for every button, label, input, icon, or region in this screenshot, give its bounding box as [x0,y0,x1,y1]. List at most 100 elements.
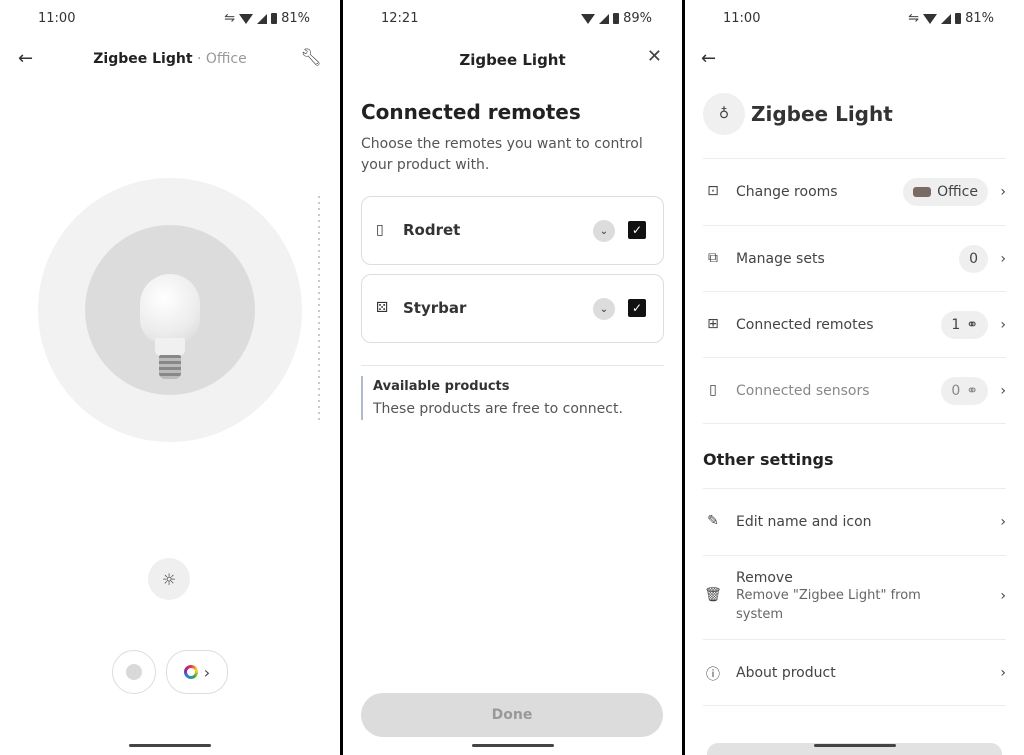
status-time: 11:00 [723,11,761,26]
info-icon: ⓘ [706,667,720,683]
chevron-down-icon[interactable]: ⌄ [593,220,615,242]
about-product-row[interactable]: ⓘ About product › [703,639,1006,706]
section-heading: Connected remotes [361,100,581,124]
remove-title: Remove [736,570,793,586]
sensors-count: 0 [951,383,961,399]
bulb-neck [155,338,185,356]
manage-sets-row[interactable]: ⧉ Manage sets 0 › [703,225,1006,292]
status-bar: 12:21 89% [343,10,682,30]
remote-dpad-icon: ⚄ [376,300,389,316]
remote-icon: ⊞ [707,316,719,332]
wifi-icon [239,13,254,24]
remotes-count-pill: 1 ⚭ [941,311,988,339]
remove-row[interactable]: 🗑︎ Remove Remove "Zigbee Light" from sys… [703,555,1006,640]
battery-icon [271,13,278,24]
device-settings-screen: 11:00 ⇋ 81% ← ♁ Zigbee Light ⊡ Change ro… [685,0,1024,755]
device-name: Zigbee Light [751,102,893,126]
room-name: Office [205,51,247,67]
color-mode-button[interactable]: › [166,650,228,694]
link-icon: ⇋ [908,11,920,26]
sets-icon: ⧉ [708,250,718,266]
home-indicator[interactable] [129,744,211,747]
sensor-icon: ▯ [709,382,717,398]
connected-sensors-row[interactable]: ▯ Connected sensors 0 ⚭ › [703,357,1006,424]
room-value: Office [937,184,978,200]
close-icon[interactable]: ✕ [647,46,662,67]
remote-checkbox[interactable]: ✓ [628,299,646,317]
available-title: Available products [373,379,510,394]
other-settings-heading: Other settings [703,450,834,469]
brightness-button[interactable]: ☼ [148,558,190,600]
trash-icon: 🗑︎ [704,587,722,603]
divider [361,365,664,366]
row-label: About product [736,665,836,681]
change-rooms-row[interactable]: ⊡ Change rooms Office › [703,158,1006,225]
divider [703,423,1006,424]
row-label: Change rooms [736,184,838,200]
white-dot-icon [126,664,142,680]
battery-percent: 81% [281,11,310,26]
cellular-icon [599,13,610,24]
remotes-count: 1 [951,317,961,333]
room-pill: Office [903,178,988,206]
sun-icon: ☼ [161,569,177,589]
light-control-screen: 11:00 ⇋ 81% ← Zigbee Light · Office 🔧︎ ☼… [0,0,340,755]
cellular-icon [941,13,952,24]
link-icon: ⚭ [966,317,978,333]
chevron-right-icon: › [1000,317,1006,333]
remote-icon: ▯ [376,222,384,238]
page-title: Zigbee Light · Office [0,51,340,67]
battery-icon [613,13,620,24]
color-wheel-icon [183,665,198,679]
battery-percent: 89% [623,11,652,26]
done-button[interactable]: Done [361,693,663,737]
edit-name-row[interactable]: ✎ Edit name and icon › [703,488,1006,555]
cellular-icon [257,13,268,24]
link-icon: ⇋ [224,11,236,26]
chevron-right-icon: › [203,662,211,682]
sensors-count-pill: 0 ⚭ [941,377,988,405]
title-separator: · [196,51,202,67]
remote-name: Styrbar [403,299,467,317]
battery-percent: 81% [965,11,994,26]
connected-remotes-row[interactable]: ⊞ Connected remotes 1 ⚭ › [703,291,1006,358]
wrench-icon[interactable]: 🔧︎ [300,48,322,68]
chevron-right-icon: › [1000,251,1006,267]
chevron-right-icon: › [1000,514,1006,530]
row-label: Manage sets [736,251,825,267]
status-bar: 11:00 ⇋ 81% [0,10,340,30]
row-label: Connected sensors [736,383,870,399]
home-indicator[interactable] [813,744,896,747]
remote-checkbox[interactable]: ✓ [628,221,646,239]
brightness-slider[interactable] [318,196,320,424]
connected-remotes-screen: 12:21 89% Zigbee Light ✕ Connected remot… [343,0,682,755]
bulb-icon [140,274,200,344]
status-time: 11:00 [38,11,76,26]
available-description: These products are free to connect. [373,401,623,417]
row-label: Edit name and icon [736,514,872,530]
sets-count-pill: 0 [959,245,988,273]
link-icon: ⚭ [966,383,978,399]
remote-name: Rodret [403,221,461,239]
white-mode-button[interactable] [112,650,156,694]
device-name: Zigbee Light [93,51,193,67]
back-arrow-icon[interactable]: ← [701,48,716,69]
wifi-icon [581,13,596,24]
section-description: Choose the remotes you want to control y… [361,136,643,173]
remote-card-rodret[interactable]: ▯ Rodret ⌄ ✓ [361,196,664,265]
status-time: 12:21 [381,11,419,26]
available-products-notice: Available products These products are fr… [361,376,623,420]
chevron-down-icon[interactable]: ⌄ [593,298,615,320]
room-color-swatch [913,187,932,197]
chevron-right-icon: › [1000,588,1006,604]
remote-card-styrbar[interactable]: ⚄ Styrbar ⌄ ✓ [361,274,664,343]
chevron-right-icon: › [1000,184,1006,200]
rooms-icon: ⊡ [707,183,719,199]
chevron-right-icon: › [1000,665,1006,681]
wifi-icon [923,13,938,24]
bulb-icon[interactable]: ♁ [703,93,745,135]
battery-icon [955,13,962,24]
home-indicator[interactable] [471,744,554,747]
page-title: Zigbee Light [459,51,566,69]
pencil-icon: ✎ [707,513,719,529]
